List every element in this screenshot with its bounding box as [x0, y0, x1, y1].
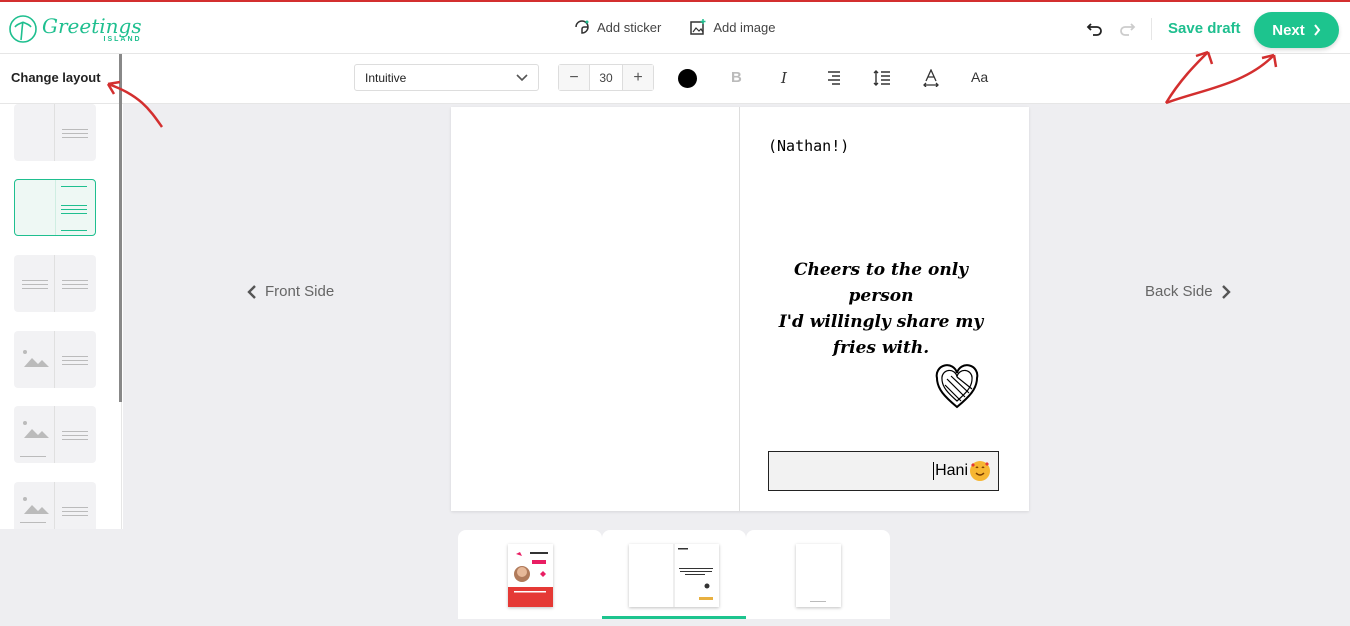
- back-side-label: Back Side: [1145, 283, 1213, 300]
- font-size-increase-button[interactable]: +: [623, 65, 653, 90]
- page-tab-back[interactable]: [746, 530, 890, 619]
- layout-option-5[interactable]: [14, 406, 96, 463]
- chevron-right-icon: [1221, 284, 1231, 299]
- card-signature-text: Hani: [933, 462, 968, 480]
- card-message-line: Cheers to the only person: [793, 260, 969, 306]
- next-label: Next: [1272, 21, 1305, 39]
- undo-icon[interactable]: [1086, 20, 1104, 38]
- line-height-icon[interactable]: [873, 70, 891, 86]
- chevron-left-icon: [247, 284, 256, 299]
- palm-tree-icon: [9, 15, 37, 43]
- back-side-link[interactable]: Back Side: [1145, 283, 1231, 300]
- font-select[interactable]: Intuitive: [354, 64, 539, 91]
- layout-option-6[interactable]: [14, 482, 96, 529]
- card-inside: (Nathan!) Cheers to the only person I'd …: [451, 107, 1029, 511]
- logo[interactable]: Greetings ISLAND: [8, 12, 142, 46]
- page-tab-inside[interactable]: [602, 530, 746, 619]
- layout-option-1[interactable]: [14, 104, 96, 161]
- font-size-stepper: − 30 +: [558, 64, 654, 91]
- font-size-decrease-button[interactable]: −: [559, 65, 589, 90]
- logo-subtext: ISLAND: [103, 35, 142, 43]
- heart-sticker-icon[interactable]: [935, 363, 979, 411]
- card-recipient-text[interactable]: (Nathan!): [768, 137, 849, 155]
- change-layout-label: Change layout: [11, 70, 101, 85]
- layout-option-4[interactable]: [14, 331, 96, 388]
- image-placeholder-icon: [23, 421, 49, 438]
- image-placeholder-icon: [23, 497, 49, 514]
- front-side-label: Front Side: [265, 283, 335, 300]
- layout-sidebar: [0, 104, 122, 529]
- image-placeholder-icon: [23, 350, 49, 367]
- smiling-face-hearts-icon: [970, 461, 990, 481]
- redo-icon[interactable]: [1118, 20, 1136, 38]
- card-fold-line: [739, 107, 740, 511]
- back-page-thumbnail: [796, 544, 841, 607]
- save-draft-button[interactable]: Save draft: [1168, 20, 1241, 37]
- card-signature-textbox[interactable]: Hani: [768, 451, 999, 491]
- sidebar-scrollbar[interactable]: [119, 54, 122, 402]
- add-image-label: Add image: [713, 19, 776, 35]
- next-button[interactable]: Next: [1254, 12, 1339, 48]
- image-add-icon: [690, 19, 706, 35]
- logo-text: Greetings: [42, 13, 142, 38]
- inside-page-thumbnail: [629, 544, 719, 607]
- add-image-button[interactable]: Add image: [689, 18, 775, 36]
- top-bar: Greetings ISLAND Add sticker Add image S…: [0, 0, 1350, 54]
- layout-option-3[interactable]: [14, 255, 96, 312]
- align-right-icon[interactable]: [826, 71, 842, 85]
- text-color-swatch[interactable]: [678, 69, 697, 88]
- page-tab-front[interactable]: [458, 530, 602, 619]
- page-thumbnails-bar: [0, 529, 1350, 626]
- text-toolbar: Change layout Intuitive − 30 + B I Aa: [0, 54, 1350, 104]
- text-case-button[interactable]: Aa: [971, 69, 988, 85]
- font-select-value: Intuitive: [365, 70, 407, 85]
- card-message-text[interactable]: Cheers to the only person I'd willingly …: [766, 257, 996, 361]
- chevron-down-icon: [516, 73, 528, 81]
- add-sticker-label: Add sticker: [597, 19, 662, 35]
- layout-option-2[interactable]: [14, 179, 96, 236]
- letter-spacing-icon[interactable]: [923, 69, 939, 87]
- italic-button[interactable]: I: [781, 69, 787, 87]
- card-message-line: fries with.: [832, 338, 930, 358]
- font-size-input[interactable]: 30: [589, 65, 623, 90]
- add-sticker-button[interactable]: Add sticker: [573, 18, 661, 36]
- divider: [1151, 18, 1152, 40]
- bold-button[interactable]: B: [731, 69, 742, 86]
- front-side-link[interactable]: Front Side: [247, 283, 334, 300]
- card-message-line: I'd willingly share my: [778, 312, 984, 332]
- front-page-thumbnail: [508, 544, 553, 607]
- chevron-right-icon: [1313, 24, 1321, 36]
- sticker-icon: [575, 20, 589, 34]
